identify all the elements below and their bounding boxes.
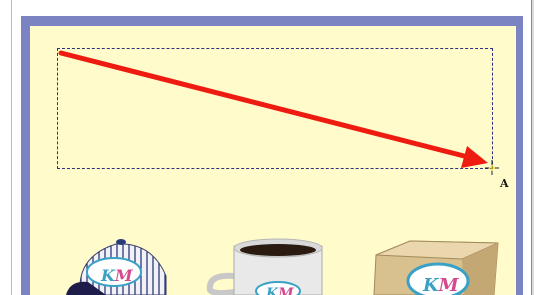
product-cap[interactable]: KM: [66, 236, 172, 295]
drag-arrow-line: [58, 50, 471, 160]
document-canvas: A KM KM KM: [0, 0, 547, 295]
mug-logo-text: KM: [265, 286, 294, 295]
product-box[interactable]: KM: [370, 239, 502, 295]
point-label: A: [500, 177, 509, 190]
product-mug[interactable]: KM: [204, 238, 330, 295]
cap-logo-text: KM: [100, 266, 134, 285]
box-logo-text: KM: [422, 275, 460, 295]
drag-arrow-head: [461, 146, 488, 168]
crosshair-cursor-icon: [485, 160, 499, 175]
